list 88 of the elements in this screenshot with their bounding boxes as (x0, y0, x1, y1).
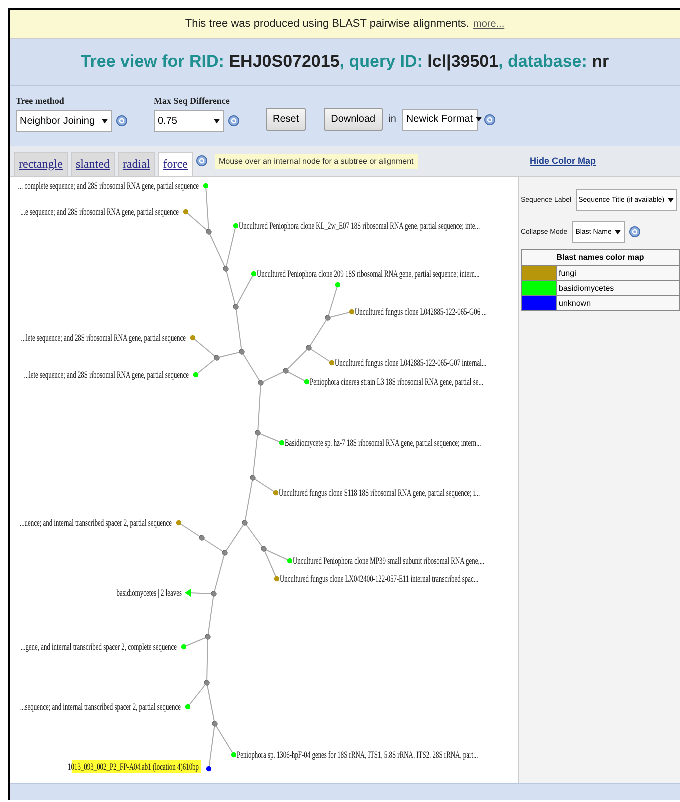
leaf-node[interactable] (206, 766, 212, 772)
leaf-label[interactable]: Uncultured Peniophora clone 209 18S ribosomal RNA gene, partial sequence; intern... (257, 268, 480, 280)
caret-icon (476, 117, 482, 122)
leaf-node[interactable] (231, 752, 237, 758)
tree-node[interactable] (204, 680, 210, 686)
view-tab[interactable]: force (158, 152, 193, 176)
leaf-node[interactable] (329, 360, 335, 366)
tree-node[interactable] (250, 475, 256, 481)
leaf-label[interactable]: Uncultured Peniophora clone MP39 small subunit ribosomal RNA gene,... (293, 556, 485, 566)
collapsed-node[interactable] (185, 589, 191, 597)
banner-text: This tree was produced using BLAST pairwise alignments. (185, 18, 470, 30)
tree-node[interactable] (283, 368, 289, 374)
caret-icon (214, 118, 220, 124)
leaf-label[interactable]: ...uence; and internal transcribed spacer 2, partial sequence (20, 518, 172, 528)
leaf-label[interactable]: Peniophora cinerea strain L3 18S ribosomal RNA gene, partial se... (310, 376, 484, 388)
leaf-label[interactable]: Basidiomycete sp. hz-7 18S ribosomal RNA gene, partial sequence; intern... (285, 438, 482, 448)
hide-color-map-link[interactable]: Hide Color Map (530, 156, 680, 166)
leaf-node[interactable] (274, 576, 280, 582)
tree-node[interactable] (211, 591, 217, 597)
leaf-node[interactable] (304, 379, 310, 385)
view-tab[interactable]: slanted (70, 152, 115, 176)
leaf-label[interactable]: Uncultured fungus clone L042885-122-065-G07 internal... (335, 358, 487, 368)
leaf-label[interactable]: Peniophora sp. 1306-hpF-04 genes for 18S rRNA, ITS1, 5.8S rRNA, ITS2, 28S rRNA, part... (237, 750, 478, 760)
leaf-node[interactable] (203, 183, 209, 189)
tree-node[interactable] (233, 304, 239, 310)
tree-node[interactable] (214, 355, 220, 361)
tree-branch (178, 522, 202, 538)
help-icon[interactable] (228, 115, 240, 127)
tree-method-label: Tree method (16, 96, 66, 106)
in-text: in (388, 114, 396, 125)
leaf-node[interactable] (251, 271, 257, 277)
download-button[interactable]: Download (324, 108, 383, 131)
tree-node[interactable] (306, 345, 312, 351)
reset-button[interactable]: Reset (266, 108, 306, 131)
tree-node[interactable] (325, 315, 331, 321)
leaf-node[interactable] (176, 520, 182, 526)
help-icon[interactable] (196, 155, 208, 167)
page-title: Tree view for RID: EHJ0S072015, query ID: lcl|39501, database: nr (80, 52, 610, 72)
hint-text: Mouse over an internal node for a subtree or alignment (214, 154, 418, 168)
tree-method-select[interactable]: Neighbor Joining (16, 110, 112, 132)
help-icon[interactable] (628, 226, 641, 238)
tree-node[interactable] (223, 266, 229, 272)
leaf-node[interactable] (349, 309, 355, 315)
caret-icon (102, 118, 108, 124)
tree-node[interactable] (258, 380, 264, 386)
tree-node[interactable] (255, 430, 261, 436)
leaf-label[interactable]: ... complete sequence; and 28S ribosomal RNA gene, partial sequence (18, 180, 199, 192)
leaf-node[interactable] (183, 209, 189, 215)
tree-node[interactable] (205, 634, 211, 640)
max-seq-difference-label: Max Seq Difference (154, 96, 231, 106)
tree-node[interactable] (239, 349, 245, 355)
leaf-label[interactable]: ...lete sequence; and 28S ribosomal RNA gene, partial sequence (21, 332, 186, 344)
leaf-node[interactable] (287, 558, 293, 564)
color-map-header: Blast names color map (522, 250, 680, 266)
leaf-node[interactable] (190, 335, 196, 341)
leaf-node[interactable] (193, 372, 199, 378)
leaf-label[interactable]: ...e sequence; and 28S ribosomal RNA gene, partial sequence (20, 206, 179, 218)
leaf-node[interactable] (279, 440, 285, 446)
view-tab[interactable]: radial (118, 152, 156, 176)
leaf-label[interactable]: ...lete sequence; and 28S ribosomal RNA gene, partial sequence (24, 370, 189, 380)
leaf-label[interactable]: ...gene, and internal transcribed spacer 2, complete sequence (20, 642, 177, 652)
leaf-node[interactable] (185, 704, 191, 710)
blast-name-cell: basidiomycetes (556, 280, 680, 296)
leaf-node[interactable] (233, 223, 239, 229)
leaf-node[interactable] (181, 644, 187, 650)
help-icon[interactable] (484, 114, 496, 126)
blast-name-cell: unknown (556, 296, 680, 310)
leaf-label[interactable]: Uncultured fungus clone LX042400-122-057-E11 internal transcribed spac... (280, 574, 479, 584)
leaf-node[interactable] (335, 282, 341, 288)
view-tab[interactable]: rectangle (14, 152, 68, 176)
tree-node[interactable] (222, 550, 228, 556)
max-seq-difference-select[interactable]: 0.75 (154, 110, 224, 132)
leaf-label[interactable]: Uncultured fungus clone L042885-122-065-G06 ... (355, 306, 487, 318)
tree-node[interactable] (199, 535, 205, 541)
leaf-label[interactable]: basidiomycetes | 2 leaves (116, 588, 182, 598)
more-link[interactable]: more... (473, 18, 505, 30)
tree-node[interactable] (242, 520, 248, 526)
leaf-label[interactable]: Uncultured Peniophora clone KL_2w_E07 18S ribosomal RNA gene, partial sequence; inte... (239, 220, 480, 232)
tree-node[interactable] (206, 229, 212, 235)
leaf-node[interactable] (273, 490, 279, 496)
blast-name-cell: fungi (556, 266, 680, 280)
leaf-label[interactable]: ...sequence; and internal transcribed spacer 2, partial sequence (20, 702, 181, 712)
tree-node[interactable] (261, 546, 267, 552)
leaf-label[interactable]: Uncultured fungus clone S118 18S ribosomal RNA gene, partial sequence; i... (279, 488, 480, 498)
tree-node[interactable] (212, 721, 218, 727)
caret-icon (668, 198, 674, 202)
caret-icon (614, 230, 621, 234)
help-icon[interactable] (116, 115, 128, 127)
